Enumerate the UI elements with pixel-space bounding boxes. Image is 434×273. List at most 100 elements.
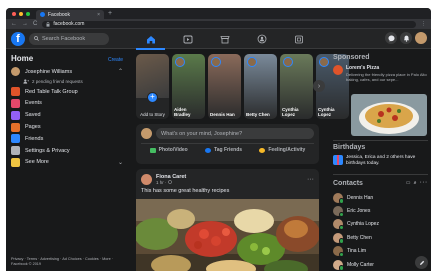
facebook-header: f Search Facebook — [6, 29, 431, 50]
story-card[interactable]: Aiden Bradley — [172, 54, 205, 119]
composer-placeholder: What's on your mind, Josephine? — [161, 130, 243, 137]
reload-icon[interactable]: C — [33, 21, 37, 27]
contact-avatar — [333, 206, 344, 218]
sidebar-item-settings[interactable]: Settings & Privacy — [11, 145, 123, 157]
search-placeholder: Search Facebook — [42, 35, 86, 42]
chevron-down-icon[interactable]: ⌄ — [118, 159, 123, 166]
sidebar-item-events[interactable]: Events — [11, 98, 123, 110]
new-tab-button[interactable]: + — [108, 10, 112, 17]
address-bar[interactable]: facebook.com — [42, 20, 416, 28]
profile-avatar[interactable] — [415, 32, 427, 44]
tag-friends-button[interactable]: Tag Friends — [205, 147, 242, 153]
story-card[interactable]: Dennis Han — [208, 54, 241, 119]
composer-input[interactable]: What's on your mind, Josephine? — [156, 128, 314, 139]
tag-friends-icon — [205, 147, 212, 153]
composer-action-label: Feeling/Activity — [268, 147, 306, 153]
sidebar-item-profile[interactable]: Josephine Williams ⌃ — [11, 66, 123, 78]
story-name: Aiden Bradley — [174, 107, 191, 117]
contact-avatar — [333, 219, 344, 231]
sidebar-item-pages[interactable]: Pages — [11, 121, 123, 133]
post-author-avatar[interactable] — [141, 174, 152, 185]
post-more-button[interactable]: ··· — [307, 176, 314, 183]
nav-groups[interactable] — [243, 29, 280, 49]
post-timestamp[interactable]: 1 hr · — [156, 180, 186, 185]
search-input[interactable]: Search Facebook — [29, 32, 109, 45]
new-message-button[interactable] — [415, 256, 428, 269]
forward-icon[interactable]: → — [22, 21, 28, 27]
nav-watch[interactable] — [169, 29, 206, 49]
nav-gaming[interactable] — [280, 29, 317, 49]
contact-avatar — [333, 192, 344, 204]
browser-tab[interactable]: Facebook × — [36, 10, 104, 19]
birthdays-row[interactable]: Jessica, Erica and 2 others have birthda… — [333, 155, 428, 167]
ad-logo — [333, 65, 343, 75]
watch-icon — [183, 35, 192, 43]
close-tab-icon[interactable]: × — [97, 12, 100, 18]
contact-item[interactable]: Cynthia Lopez — [333, 218, 428, 231]
post-image[interactable] — [136, 199, 319, 271]
gift-icon — [333, 155, 343, 165]
header-actions — [385, 32, 427, 44]
close-window-button[interactable] — [12, 11, 16, 16]
notifications-button[interactable] — [400, 32, 412, 44]
feeling-button[interactable]: Feeling/Activity — [259, 147, 305, 153]
minimize-window-button[interactable] — [19, 11, 23, 16]
birthdays-header: Birthdays — [333, 144, 428, 151]
sidebar-item-label: Red Table Talk Group — [25, 88, 78, 95]
composer-action-label: Tag Friends — [214, 147, 243, 153]
contact-name: Molly Carter — [347, 261, 374, 268]
friends-icon — [11, 134, 20, 144]
contact-avatar — [333, 259, 344, 271]
contact-item[interactable]: Dennis Han — [333, 191, 428, 204]
photo-video-button[interactable]: Photo/Video — [149, 147, 188, 153]
url-text: facebook.com — [53, 21, 85, 27]
profile-name: Josephine Williams — [25, 68, 73, 75]
friend-requests-link[interactable]: 2 pending friend requests — [11, 78, 123, 86]
chevron-up-icon[interactable]: ⌃ — [118, 68, 123, 75]
ad-image[interactable] — [351, 94, 427, 136]
story-card[interactable]: Cynthia Lopez — [280, 54, 313, 119]
nav-home[interactable] — [132, 29, 169, 50]
ad-name: Lorem's Pizza — [346, 65, 380, 71]
stories-next-button[interactable]: › — [313, 80, 325, 92]
contacts-options-icon[interactable]: ▭ ⌕ ··· — [406, 180, 428, 187]
groups-icon — [257, 34, 266, 44]
contact-item[interactable]: Eric Jones — [333, 204, 428, 218]
birthdays-text: Jessica, Erica and 2 others have birthda… — [346, 155, 416, 166]
sidebar-create-link[interactable]: Create — [108, 57, 123, 63]
story-card[interactable]: Betty Chen — [244, 54, 277, 119]
composer-actions: Photo/Video Tag Friends Feeling/Activity — [141, 147, 314, 153]
browser-tab-bar: Facebook × + — [6, 8, 431, 19]
contact-item[interactable]: Betty Chen — [333, 231, 428, 244]
contact-item[interactable]: Molly Carter — [333, 258, 428, 271]
sidebar-item-friends[interactable]: Friends — [11, 133, 123, 145]
composer-action-label: Photo/Video — [158, 147, 188, 153]
browser-menu-icon[interactable]: ⋮ — [421, 21, 426, 27]
sidebar-item-see-more[interactable]: See More ⌄ — [11, 157, 123, 169]
sidebar-item-label: Pages — [25, 124, 41, 131]
user-avatar — [11, 67, 20, 77]
back-icon[interactable]: ← — [11, 21, 17, 27]
feeling-icon — [259, 147, 266, 153]
messenger-icon — [388, 35, 394, 42]
post-time: 1 hr · — [156, 180, 168, 185]
nav-marketplace[interactable] — [206, 29, 243, 49]
contact-name: Cynthia Lopez — [347, 221, 379, 228]
feed-post: Fiona Caret 1 hr · ··· This has some gre… — [136, 169, 319, 271]
sidebar-item-label: Friends — [25, 135, 44, 142]
create-story-card[interactable]: + Add to Story — [136, 54, 169, 119]
globe-icon — [167, 180, 172, 184]
story-avatar — [175, 57, 185, 67]
sidebar-item-group[interactable]: Red Table Talk Group — [11, 86, 123, 98]
facebook-favicon-icon — [40, 12, 45, 17]
messenger-button[interactable] — [385, 32, 397, 44]
add-story-icon[interactable]: + — [147, 92, 158, 103]
facebook-logo-icon[interactable]: f — [11, 31, 25, 46]
contact-name: Betty Chen — [347, 234, 372, 241]
maximize-window-button[interactable] — [26, 11, 30, 16]
sponsored-ad[interactable]: Lorem's Pizza Delivering the friendly pi… — [333, 65, 428, 82]
saved-icon — [11, 110, 20, 120]
contact-item[interactable]: Tina Lim — [333, 245, 428, 258]
sidebar-item-saved[interactable]: Saved — [11, 109, 123, 121]
sidebar-item-label: Events — [25, 100, 42, 107]
